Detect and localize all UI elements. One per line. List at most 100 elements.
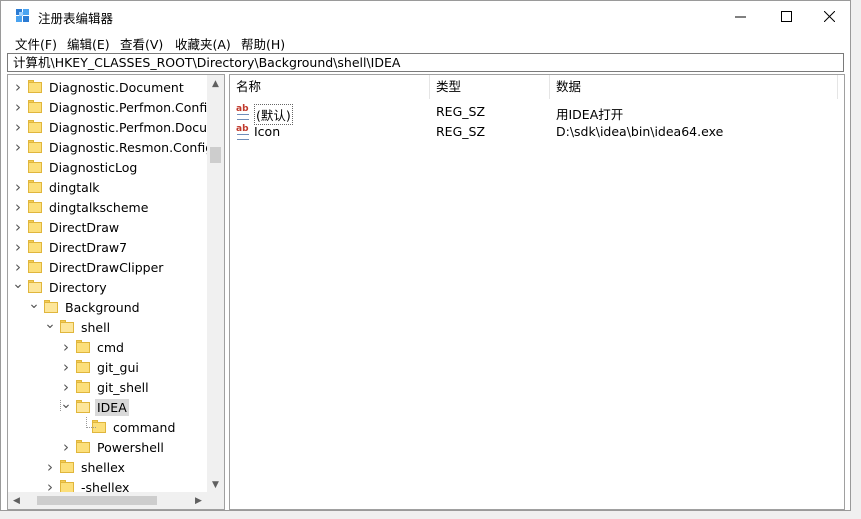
- tree-node-label: Diagnostic.Perfmon.Config: [49, 99, 216, 115]
- tree-node[interactable]: › cmd: [60, 337, 126, 357]
- folder-icon: [76, 340, 90, 354]
- chevron-right-icon[interactable]: ›: [12, 178, 24, 196]
- tree-node[interactable]: ⌄ shell: [44, 316, 112, 337]
- tree-node-label: Background: [65, 299, 140, 315]
- tree-node[interactable]: ⌄ Directory: [12, 276, 109, 297]
- folder-icon: [28, 220, 42, 234]
- scroll-up-arrow-icon[interactable]: ▲: [207, 75, 224, 92]
- folder-icon: [28, 160, 42, 174]
- folder-icon: [28, 80, 42, 94]
- folder-icon: [28, 280, 42, 294]
- maximize-icon: [780, 10, 792, 22]
- chevron-right-icon[interactable]: ›: [12, 138, 24, 156]
- menu-favorites[interactable]: 收藏夹(A): [175, 34, 231, 53]
- title-bar[interactable]: 注册表编辑器: [1, 1, 850, 31]
- tree-node-label: DirectDrawClipper: [49, 259, 164, 275]
- tree-node[interactable]: › Diagnostic.Perfmon.Config: [12, 97, 217, 117]
- tree-node-label: DirectDraw: [49, 219, 120, 235]
- value-row-icon[interactable]: ab Icon REG_SZ D:\sdk\idea\bin\idea64.ex…: [230, 122, 830, 142]
- chevron-right-icon[interactable]: ›: [12, 238, 24, 256]
- chevron-right-icon[interactable]: ›: [12, 258, 24, 276]
- column-header-type[interactable]: 类型: [430, 75, 550, 99]
- chevron-right-icon[interactable]: ›: [12, 198, 24, 216]
- chevron-down-icon[interactable]: ⌄: [28, 296, 40, 312]
- menu-edit[interactable]: 编辑(E): [67, 34, 110, 53]
- registry-editor-icon: [16, 9, 29, 22]
- tree-node[interactable]: › shellex: [44, 457, 127, 477]
- tree-node[interactable]: › dingtalk: [12, 177, 102, 197]
- chevron-right-icon[interactable]: ›: [60, 438, 72, 456]
- expander-placeholder: [12, 161, 24, 173]
- tree-node[interactable]: ⌄ IDEA: [60, 396, 129, 417]
- value-name: Icon: [254, 124, 281, 139]
- chevron-right-icon[interactable]: ›: [60, 378, 72, 396]
- minimize-button[interactable]: [717, 1, 763, 31]
- minimize-icon: [734, 16, 746, 17]
- tree-node[interactable]: › DirectDraw7: [12, 237, 129, 257]
- string-value-icon: ab: [236, 104, 250, 120]
- scroll-left-arrow-icon[interactable]: ◀: [8, 492, 25, 509]
- chevron-right-icon[interactable]: ›: [12, 78, 24, 96]
- scroll-right-arrow-icon[interactable]: ▶: [190, 492, 207, 509]
- tree-node[interactable]: › Diagnostic.Document: [12, 77, 186, 97]
- tree-node-label: command: [113, 419, 176, 435]
- chevron-right-icon[interactable]: ›: [44, 458, 56, 476]
- folder-icon: [28, 120, 42, 134]
- folder-icon: [44, 300, 58, 314]
- tree-node[interactable]: › DirectDraw: [12, 217, 121, 237]
- key-tree[interactable]: › Diagnostic.Document › Diagnostic.Perfmon.…: [7, 74, 225, 510]
- menu-file[interactable]: 文件(F): [15, 34, 57, 53]
- folder-icon: [60, 320, 74, 334]
- tree-node-label: git_gui: [97, 359, 139, 375]
- address-bar[interactable]: 计算机\HKEY_CLASSES_ROOT\Directory\Backgrou…: [7, 53, 844, 72]
- window-title: 注册表编辑器: [38, 11, 114, 26]
- folder-icon: [76, 360, 90, 374]
- tree-node[interactable]: DiagnosticLog: [12, 157, 139, 177]
- folder-icon: [28, 140, 42, 154]
- folder-icon: [76, 380, 90, 394]
- tree-node[interactable]: ⌄ Background: [28, 296, 142, 317]
- column-header-data[interactable]: 数据: [550, 75, 838, 99]
- tree-node-label: dingtalk: [49, 179, 100, 195]
- horizontal-scroll-thumb[interactable]: [37, 496, 157, 505]
- tree-node-label: IDEA: [95, 398, 129, 416]
- scroll-down-arrow-icon[interactable]: ▼: [207, 476, 224, 493]
- tree-node-label: DiagnosticLog: [49, 159, 138, 175]
- tree-node[interactable]: › Diagnostic.Perfmon.Docum: [12, 117, 221, 137]
- chevron-right-icon[interactable]: ›: [12, 218, 24, 236]
- chevron-down-icon[interactable]: ⌄: [60, 396, 72, 412]
- chevron-right-icon[interactable]: ›: [12, 98, 24, 116]
- vertical-scroll-thumb[interactable]: [210, 147, 221, 163]
- tree-node[interactable]: › Diagnostic.Resmon.Config: [12, 137, 215, 157]
- folder-icon: [28, 200, 42, 214]
- folder-icon: [60, 460, 74, 474]
- close-button[interactable]: [806, 1, 852, 31]
- tree-node[interactable]: › DirectDrawClipper: [12, 257, 165, 277]
- tree-node[interactable]: › git_gui: [60, 357, 141, 377]
- folder-icon: [28, 180, 42, 194]
- value-row-default[interactable]: ab (默认) REG_SZ 用IDEA打开: [230, 102, 830, 125]
- chevron-right-icon[interactable]: ›: [60, 338, 72, 356]
- tree-node[interactable]: › Powershell: [60, 437, 166, 457]
- tree-node-label: git_shell: [97, 379, 149, 395]
- chevron-right-icon[interactable]: ›: [60, 358, 72, 376]
- tree-vertical-scrollbar[interactable]: ▲ ▼: [207, 75, 224, 493]
- tree-node-label: shellex: [81, 459, 125, 475]
- menu-help[interactable]: 帮助(H): [241, 34, 285, 53]
- tree-node-label: Powershell: [97, 439, 164, 455]
- chevron-down-icon[interactable]: ⌄: [12, 276, 24, 292]
- tree-node[interactable]: › dingtalkscheme: [12, 197, 150, 217]
- folder-icon: [76, 400, 90, 414]
- column-header-name[interactable]: 名称: [230, 75, 430, 99]
- tree-node-label: dingtalkscheme: [49, 199, 149, 215]
- tree-node-label: cmd: [97, 339, 124, 355]
- value-list[interactable]: 名称 类型 数据 ab (默认) REG_SZ 用IDEA打开 ab Icon …: [229, 74, 845, 510]
- menu-view[interactable]: 查看(V): [120, 34, 163, 53]
- chevron-right-icon[interactable]: ›: [12, 118, 24, 136]
- string-value-icon: ab: [236, 124, 250, 140]
- chevron-down-icon[interactable]: ⌄: [44, 316, 56, 332]
- tree-node[interactable]: › git_shell: [60, 377, 151, 397]
- menu-bar: 文件(F) 编辑(E) 查看(V) 收藏夹(A) 帮助(H): [1, 31, 850, 52]
- tree-horizontal-scrollbar[interactable]: ◀ ▶: [8, 492, 224, 509]
- maximize-button[interactable]: [763, 1, 809, 31]
